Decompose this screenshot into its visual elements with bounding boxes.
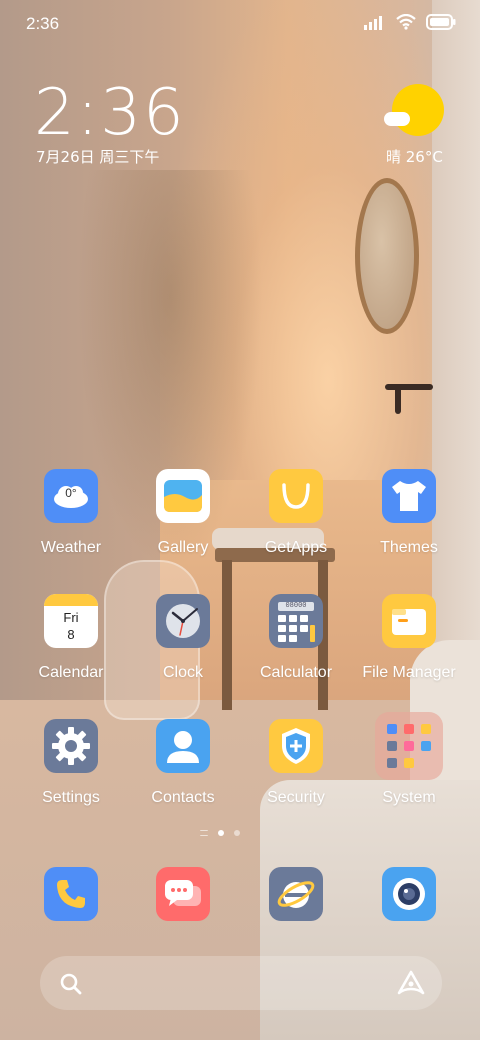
security-icon xyxy=(269,719,323,773)
home-screen: 2:36 2:36 7月26日 周三下午 晴 26°C 0° Weather G… xyxy=(0,0,480,1040)
cloud-icon xyxy=(384,112,410,126)
phone-icon xyxy=(44,867,98,921)
calendar-icon-header xyxy=(44,594,98,606)
signal-icon xyxy=(364,16,382,30)
app-label: Gallery xyxy=(157,539,209,556)
browser-icon xyxy=(269,867,323,921)
gallery-icon xyxy=(156,469,210,523)
page-indicator-dot xyxy=(234,830,240,836)
dock-camera[interactable] xyxy=(354,867,464,921)
weather-icon-temp: 0° xyxy=(65,486,77,500)
wallpaper-faucet xyxy=(385,384,433,390)
wallpaper-mirror xyxy=(355,178,419,334)
app-weather[interactable]: 0° Weather xyxy=(16,469,126,557)
app-getapps[interactable]: GetApps xyxy=(241,469,351,557)
messages-icon xyxy=(156,867,210,921)
app-themes[interactable]: Themes xyxy=(354,469,464,557)
app-label: Weather xyxy=(40,539,102,556)
assistant-icon[interactable] xyxy=(396,969,426,997)
app-label: File Manager xyxy=(362,664,456,681)
app-label: GetApps xyxy=(264,539,328,556)
getapps-icon xyxy=(269,469,323,523)
dock-phone[interactable] xyxy=(16,867,126,921)
file-manager-icon xyxy=(382,594,436,648)
calculator-icon: 08000 xyxy=(269,594,323,648)
calendar-icon-day-name: Fri xyxy=(63,610,79,625)
app-contacts[interactable]: Contacts xyxy=(128,719,238,807)
clock-widget-date[interactable]: 7月26日 周三下午 xyxy=(36,146,159,167)
app-gallery[interactable]: Gallery xyxy=(128,469,238,557)
wallpaper-faucet-stem xyxy=(395,384,401,414)
app-calendar[interactable]: Fri 8 Calendar xyxy=(16,594,126,682)
settings-icon xyxy=(44,719,98,773)
calendar-icon-day-number: 8 xyxy=(67,627,75,642)
weather-icon: 0° xyxy=(44,469,98,523)
app-label: Security xyxy=(267,789,325,806)
page-indicator[interactable] xyxy=(200,830,240,836)
themes-icon xyxy=(382,469,436,523)
weather-widget[interactable]: 晴 26°C xyxy=(384,84,444,174)
app-settings[interactable]: Settings xyxy=(16,719,126,807)
status-time: 2:36 xyxy=(26,14,60,33)
contacts-icon xyxy=(156,719,210,773)
app-calculator[interactable]: 08000 Calculator xyxy=(241,594,351,682)
app-label: Contacts xyxy=(151,789,215,806)
clock-widget-time[interactable]: 2:36 xyxy=(34,76,186,150)
app-label: Calendar xyxy=(38,664,104,681)
dock-browser[interactable] xyxy=(241,867,351,921)
app-label: Settings xyxy=(42,789,100,806)
app-label: Clock xyxy=(162,664,203,681)
app-security[interactable]: Security xyxy=(241,719,351,807)
sun-icon xyxy=(392,84,444,136)
wifi-icon xyxy=(396,14,416,30)
app-label: Themes xyxy=(380,539,438,556)
calendar-icon: Fri 8 xyxy=(44,594,98,648)
search-icon[interactable] xyxy=(58,971,84,997)
page-indicator-minus-one xyxy=(200,830,208,836)
app-folder-system[interactable]: System xyxy=(354,712,464,807)
folder-icon xyxy=(375,712,443,780)
status-bar: 2:36 xyxy=(0,0,480,50)
camera-icon xyxy=(382,867,436,921)
dock-messages[interactable] xyxy=(128,867,238,921)
battery-icon xyxy=(426,14,456,30)
status-icons xyxy=(364,14,456,30)
weather-widget-text: 晴 26°C xyxy=(386,148,443,166)
calculator-icon-display: 08000 xyxy=(285,602,307,610)
app-label: Calculator xyxy=(259,664,333,681)
app-label: System xyxy=(382,789,436,806)
clock-icon xyxy=(156,594,210,648)
page-indicator-dot-active xyxy=(218,830,224,836)
app-clock[interactable]: Clock xyxy=(128,594,238,682)
app-file-manager[interactable]: File Manager xyxy=(354,594,464,682)
search-bar[interactable] xyxy=(40,956,442,1010)
